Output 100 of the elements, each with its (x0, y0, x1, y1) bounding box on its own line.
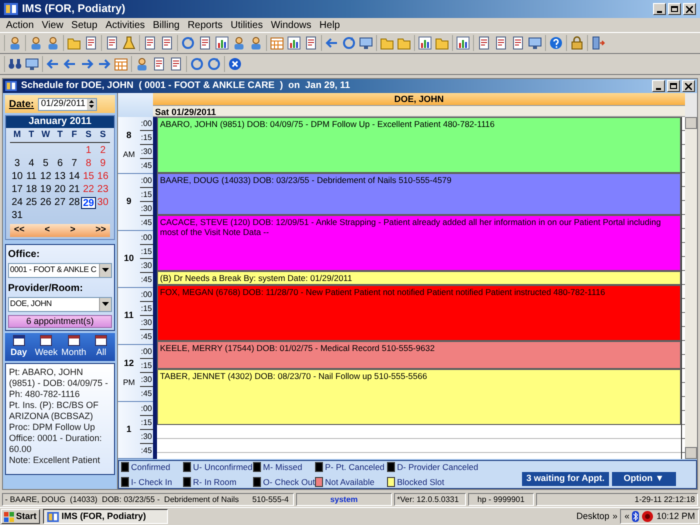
calendar-day[interactable]: 5 (38, 158, 53, 170)
calendar-day[interactable]: 10 (10, 170, 24, 182)
appointment-block[interactable]: TABER, JENNET (4302) DOB: 08/23/70 - Nail Follow up 510-555-5566 (157, 369, 681, 425)
tray-chevron[interactable]: « (624, 510, 630, 524)
view-tab[interactable]: Month (60, 334, 88, 359)
folder-icon[interactable] (67, 36, 81, 50)
close-icon[interactable] (682, 80, 695, 92)
calendar-day[interactable]: 26 (38, 196, 53, 208)
document-icon[interactable] (84, 36, 98, 50)
menu-item[interactable]: Utilities (226, 18, 267, 32)
date-field[interactable]: 01/29/2011 (38, 98, 98, 110)
calendar-day[interactable]: 31 (10, 210, 24, 222)
chart-icon[interactable] (418, 36, 432, 50)
tray-app-icon[interactable] (642, 511, 654, 522)
menu-item[interactable]: Action (2, 18, 38, 32)
document-icon[interactable] (105, 36, 119, 50)
menu-item[interactable]: Activities (101, 18, 149, 32)
person-icon[interactable] (29, 36, 43, 50)
calendar-nav-link[interactable]: < (44, 223, 50, 237)
arrow-right-icon[interactable] (80, 57, 94, 71)
appointment-block[interactable]: FOX, MEGAN (6768) DOB: 11/28/70 - New Patient Patient not notified Patient notified Patient instructed 480-782-1116 (157, 285, 681, 341)
arrow-left-icon[interactable] (63, 57, 77, 71)
refresh-icon[interactable] (342, 36, 356, 50)
calendar-day[interactable]: 19 (38, 184, 53, 196)
arrow-left-icon[interactable] (325, 36, 339, 50)
door-icon[interactable] (591, 36, 605, 50)
arrow-left-icon[interactable] (46, 57, 60, 71)
document-icon[interactable] (198, 36, 212, 50)
close-icon[interactable] (683, 3, 696, 15)
bluetooth-icon[interactable] (632, 511, 640, 522)
document-icon[interactable] (169, 57, 183, 71)
calendar-nav-link[interactable]: > (70, 223, 76, 237)
person-icon[interactable] (8, 36, 22, 50)
appointments-button[interactable]: 6 appointment(s) (8, 314, 112, 328)
refresh-icon[interactable] (207, 57, 221, 71)
view-tab[interactable]: All (88, 334, 115, 359)
calendar-day[interactable]: 6 (52, 158, 68, 170)
monitor-icon[interactable] (528, 36, 542, 50)
calendar-day[interactable]: 18 (24, 184, 39, 196)
chart-icon[interactable] (215, 36, 229, 50)
calendar-day[interactable]: 7 (67, 158, 82, 170)
lock-icon[interactable] (570, 36, 584, 50)
calendar-day[interactable]: 24 (10, 196, 24, 208)
calendar-day[interactable]: 4 (24, 158, 39, 170)
spinner-icon[interactable] (87, 98, 96, 110)
document-icon[interactable] (477, 36, 491, 50)
calendar-icon[interactable] (270, 36, 284, 50)
menu-item[interactable]: Windows (266, 18, 316, 32)
document-icon[interactable] (152, 57, 166, 71)
document-icon[interactable] (304, 36, 318, 50)
chart-icon[interactable] (287, 36, 301, 50)
help-icon[interactable] (549, 36, 563, 50)
appointment-block[interactable]: BAARE, DOUG (14033) DOB: 03/23/55 - Debridement of Nails 510-555-4579 (157, 173, 681, 215)
folder-icon[interactable] (397, 36, 411, 50)
scrollbar[interactable] (685, 117, 697, 459)
calendar-day[interactable]: 12 (38, 170, 53, 182)
calendar-day[interactable]: 20 (52, 184, 68, 196)
document-icon[interactable] (143, 36, 157, 50)
calendar-day[interactable]: 29 (81, 196, 96, 208)
view-tab[interactable]: Week (32, 334, 60, 359)
appointment-block[interactable]: ABARO, JOHN (9851) DOB: 04/09/75 - DPM Follow Up - Excellent Patient 480-782-1116 (157, 117, 681, 173)
chart-icon[interactable] (456, 36, 470, 50)
person-icon[interactable] (232, 36, 246, 50)
monitor-icon[interactable] (359, 36, 373, 50)
minimize-icon[interactable] (653, 3, 666, 15)
folder-icon[interactable] (380, 36, 394, 50)
person-icon[interactable] (135, 57, 149, 71)
calendar-day[interactable]: 21 (67, 184, 82, 196)
desktop-toolbar-label[interactable]: Desktop (576, 510, 610, 524)
calendar-nav-link[interactable]: >> (95, 223, 106, 237)
monitor-icon[interactable] (25, 57, 39, 71)
taskbar-button[interactable]: IMS (FOR, Podiatry) (42, 509, 168, 524)
office-dropdown[interactable]: 0001 - FOOT & ANKLE C (8, 262, 112, 278)
maximize-icon[interactable] (667, 80, 680, 92)
option-button[interactable]: Option ▼ (612, 472, 676, 486)
menu-item[interactable]: Help (315, 18, 344, 32)
calendar-nav-link[interactable]: << (14, 223, 25, 237)
minimize-icon[interactable] (652, 80, 665, 92)
close-icon[interactable] (228, 57, 242, 71)
menu-item[interactable]: Billing (148, 18, 184, 32)
start-button[interactable]: Start (1, 509, 40, 524)
person-icon[interactable] (249, 36, 263, 50)
calendar-day[interactable]: 3 (10, 158, 24, 170)
menu-item[interactable]: View (38, 18, 68, 32)
calendar-day[interactable]: 13 (52, 170, 68, 182)
calendar-day[interactable]: 25 (24, 196, 39, 208)
restore-icon[interactable] (668, 3, 681, 15)
document-icon[interactable] (511, 36, 525, 50)
arrow-right-icon[interactable] (97, 57, 111, 71)
flask-icon[interactable] (122, 36, 136, 50)
provider-dropdown[interactable]: DOE, JOHN (8, 296, 112, 312)
calendar-day[interactable]: 17 (10, 184, 24, 196)
document-icon[interactable] (160, 36, 174, 50)
calendar-day[interactable]: 11 (24, 170, 39, 182)
document-icon[interactable] (494, 36, 508, 50)
refresh-icon[interactable] (190, 57, 204, 71)
calendar-day[interactable]: 28 (67, 196, 82, 208)
calendar-icon[interactable] (114, 57, 128, 71)
appointment-block[interactable]: KEELE, MERRY (17544) DOB: 01/02/75 - Medical Record 510-555-9632 (157, 341, 681, 369)
calendar-day[interactable]: 14 (67, 170, 82, 182)
